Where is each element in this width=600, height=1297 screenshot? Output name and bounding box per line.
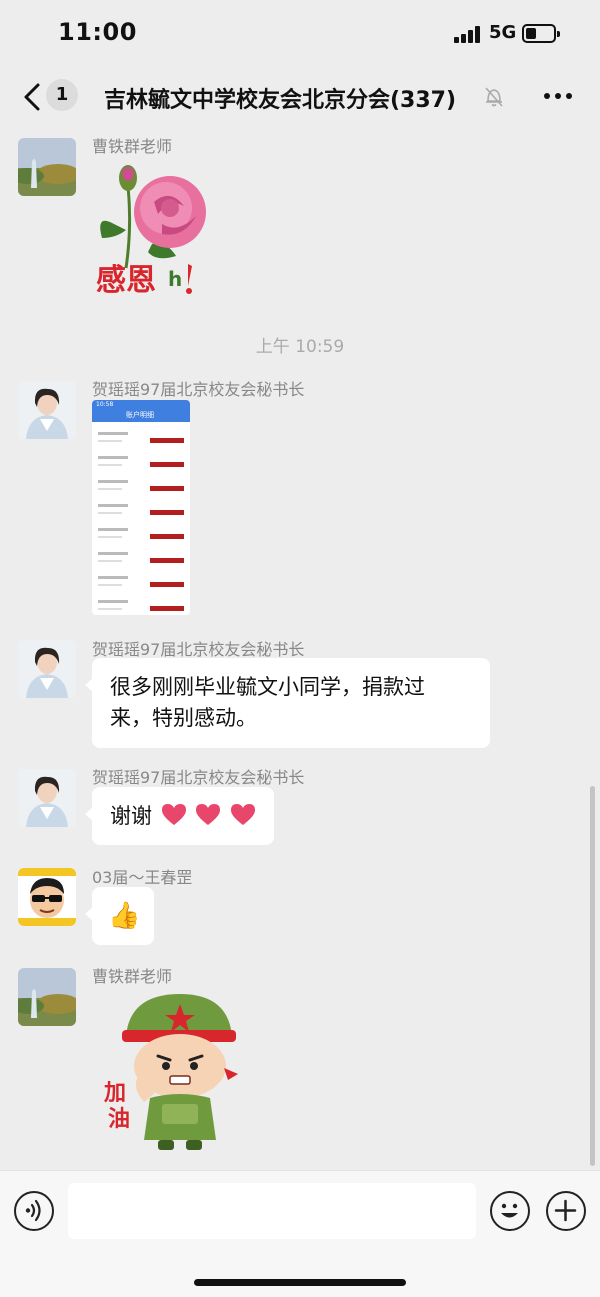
status-bar: 11:00 5G (0, 0, 600, 66)
sender-name: 曹铁群老师 (92, 137, 173, 156)
message-timestamp: 上午 10:59 (255, 337, 345, 357)
more-options-icon[interactable] (544, 93, 574, 101)
message-text: 谢谢 (110, 804, 152, 828)
signal-icon (454, 26, 482, 43)
avatar-heyaoyao[interactable] (18, 381, 76, 439)
battery-icon (522, 24, 560, 43)
message-text-line: 来，特别感动。 (110, 706, 257, 730)
sticker-caption-suffix: h (168, 267, 182, 291)
sticker-caption: 油 (108, 1107, 130, 1132)
avatar-caotiequn[interactable] (18, 968, 76, 1026)
voice-icon (25, 1199, 41, 1222)
back-icon[interactable] (20, 82, 44, 112)
image-message[interactable]: 10:58 账户明细 (92, 400, 190, 615)
cheer-sticker[interactable]: 加 油 (100, 990, 245, 1155)
smiley-icon (501, 1203, 518, 1218)
mute-bell-icon (484, 86, 504, 108)
emoji-button[interactable] (490, 1191, 530, 1231)
network-type: 5G (489, 22, 517, 43)
rose-sticker[interactable]: 感恩 h (92, 158, 222, 298)
sender-name: 03届～王春罡 (92, 868, 193, 887)
unread-badge[interactable]: 1 (46, 79, 78, 111)
text-message[interactable]: 很多刚刚毕业毓文小同学，捐款过 来，特别感动。 (85, 658, 490, 748)
avatar-caotiequn[interactable] (18, 138, 76, 196)
message-input[interactable] (68, 1183, 476, 1239)
heart-icon (231, 804, 256, 825)
chat-header: 1 吉林毓文中学校友会北京分会(337) (0, 66, 600, 128)
screenshot-time: 10:58 (96, 401, 114, 408)
sender-name: 贺瑶瑶97届北京校友会秘书长 (92, 640, 305, 659)
voice-input-button[interactable] (14, 1191, 54, 1231)
emoji-message[interactable]: 👍 (85, 887, 154, 945)
message-text-line: 很多刚刚毕业毓文小同学，捐款过 (110, 675, 425, 699)
heart-icon (161, 804, 186, 825)
text-message[interactable]: 谢谢 (84, 787, 275, 845)
avatar-heyaoyao[interactable] (18, 769, 76, 827)
sender-name: 曹铁群老师 (92, 967, 173, 986)
more-functions-button[interactable] (546, 1191, 586, 1231)
avatar-wangchungang[interactable] (18, 868, 76, 926)
sticker-caption: 感恩 (96, 263, 156, 298)
sender-name: 贺瑶瑶97届北京校友会秘书长 (92, 380, 305, 399)
chat-input-bar (0, 1170, 600, 1297)
thumbs-up-icon: 👍 (108, 901, 141, 931)
chat-title: 吉林毓文中学校友会北京分会(337) (104, 88, 457, 113)
plus-icon (554, 1199, 577, 1222)
scrollbar[interactable] (590, 786, 595, 1166)
status-time: 11:00 (58, 18, 137, 46)
avatar-heyaoyao[interactable] (18, 640, 76, 698)
screenshot-title: 账户明细 (126, 411, 154, 419)
sender-name: 贺瑶瑶97届北京校友会秘书长 (92, 768, 305, 787)
home-indicator[interactable] (194, 1279, 406, 1286)
heart-icon (196, 804, 221, 825)
sticker-caption: 加 (103, 1081, 126, 1106)
